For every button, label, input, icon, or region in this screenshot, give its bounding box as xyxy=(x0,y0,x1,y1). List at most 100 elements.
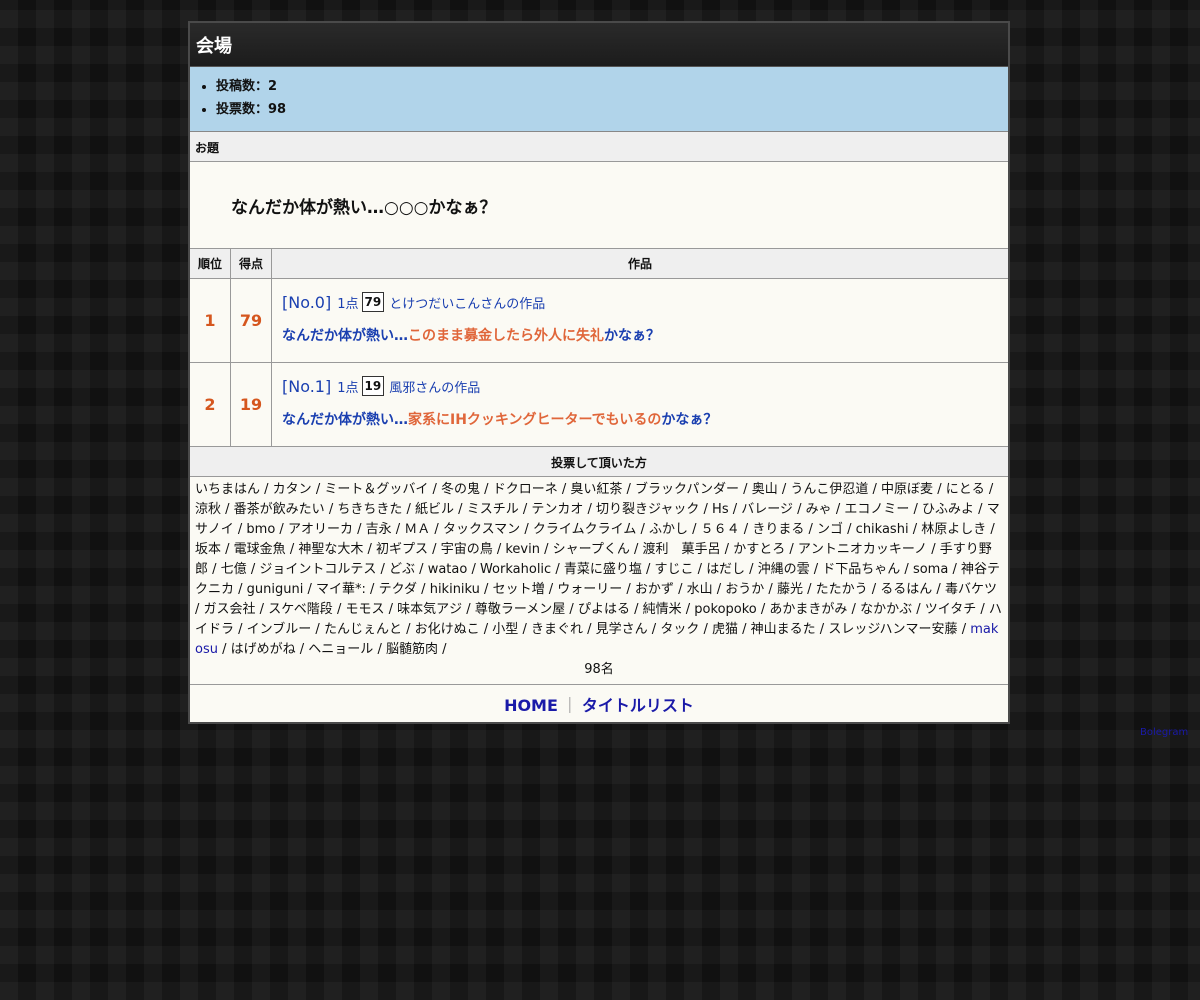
voter-name: たたかう xyxy=(815,582,868,597)
venue-title: 会場 xyxy=(190,23,1008,67)
voter-name: 青菜に盛り塩 xyxy=(563,562,642,577)
voter-name: はだし xyxy=(706,562,745,577)
voter-name: カタン xyxy=(272,482,312,497)
entry-answer: このまま募金したら外人に失礼 xyxy=(408,328,604,344)
voter-name: 脳髄筋肉 xyxy=(385,642,438,657)
voter-name: 紙ビル xyxy=(415,502,455,517)
voter-name: ド下品ちゃん xyxy=(822,562,901,577)
voter-name: アオリーカ xyxy=(287,522,353,537)
voter-name: ツイタチ xyxy=(924,602,977,617)
voter-name: 渡利 菓手呂 xyxy=(642,542,721,557)
voter-name: 林原よしき xyxy=(921,522,987,537)
voter-name: バレージ xyxy=(741,502,794,517)
col-work: 作品 xyxy=(271,249,1008,279)
voter-name: watao xyxy=(427,562,468,577)
voter-name: マイ華*: xyxy=(316,582,366,597)
voter-name: ドクローネ xyxy=(492,482,558,497)
entry-answer: 家系にIHクッキングヒーターでもいるの xyxy=(408,412,662,428)
voter-name: お化けぬこ xyxy=(414,622,480,637)
voter-name: きりまる xyxy=(752,522,805,537)
points-box: 19 xyxy=(361,376,385,396)
voter-name: 宇宙の鳥 xyxy=(440,542,493,557)
table-row: 2 19 [No.1] 1点 19 風邪さんの作品 なんだか体が熱い…家系にIH… xyxy=(190,362,1008,447)
voter-name: Workaholic xyxy=(479,562,552,577)
voter-name: Hs xyxy=(712,502,729,517)
col-rank: 順位 xyxy=(190,249,231,279)
work-cell: [No.1] 1点 19 風邪さんの作品 なんだか体が熱い…家系にIHクッキング… xyxy=(271,362,1008,447)
voter-name: bmo xyxy=(246,522,276,537)
entry-prefix: なんだか体が熱い… xyxy=(282,412,408,428)
voter-name: スレッジハンマー安藤 xyxy=(828,622,958,637)
voter-name: 電球金魚 xyxy=(233,542,286,557)
theme-header: お題 xyxy=(190,132,1008,162)
results-table: 順位 得点 作品 1 79 [No.0] 1点 79 とけつだいこんさんの作品 … xyxy=(190,249,1008,447)
title-list-link[interactable]: タイトルリスト xyxy=(582,696,694,715)
theme-text: なんだか体が熱い…○○○かなぁ？ xyxy=(190,162,1008,249)
work-cell: [No.0] 1点 79 とけつだいこんさんの作品 なんだか体が熱い…このまま募… xyxy=(271,278,1008,363)
voter-name: 小型 xyxy=(492,622,519,637)
voter-name: ウォーリー xyxy=(557,582,623,597)
voter-name: なかかぶ xyxy=(860,602,913,617)
voter-name: ジョイントコルテス xyxy=(259,562,377,577)
voter-name: 吉永 xyxy=(365,522,392,537)
voter-name: 七億 xyxy=(220,562,247,577)
score-cell: 19 xyxy=(230,362,272,447)
voter-name: おうか xyxy=(725,582,765,597)
voter-count: 98名 xyxy=(584,662,614,677)
entry-suffix: かなぁ？ xyxy=(604,328,660,344)
voter-name: タック xyxy=(660,622,700,637)
voter-name: テクダ xyxy=(378,582,418,597)
voter-name: ミスチル xyxy=(466,502,519,517)
voter-name: guniguni xyxy=(246,582,304,597)
points-label: 1点 xyxy=(337,296,359,312)
voter-name: 見学さん xyxy=(595,622,648,637)
voter-name: 中原ぼ麦 xyxy=(881,482,934,497)
voter-name: ふかし xyxy=(648,522,688,537)
entry-prefix: なんだか体が熱い… xyxy=(282,328,408,344)
voter-name: ブラックパンダー xyxy=(635,482,740,497)
voter-name: エコノミー xyxy=(844,502,910,517)
voter-name: 臭い紅茶 xyxy=(570,482,623,497)
venue-panel: 会場 投稿数：2 投票数：98 お題 なんだか体が熱い…○○○かなぁ？ 順位 得… xyxy=(188,21,1010,724)
voter-name: 坂本 xyxy=(195,542,222,557)
home-link[interactable]: HOME xyxy=(504,696,558,715)
voter-name: どぶ xyxy=(389,562,416,577)
voter-name: 藤光 xyxy=(776,582,803,597)
voter-name: おかず xyxy=(634,582,674,597)
voter-name: クライムクライム xyxy=(532,522,637,537)
entry-text: なんだか体が熱い…家系にIHクッキングヒーターでもいるのかなぁ？ xyxy=(282,409,998,429)
voter-name: pokopoko xyxy=(694,602,757,617)
entry-number: [No.1] xyxy=(282,376,332,396)
post-count: 投稿数：2 xyxy=(216,75,1008,98)
voter-name: 味本気アジ xyxy=(397,602,463,617)
entry-text: なんだか体が熱い…このまま募金したら外人に失礼かなぁ？ xyxy=(282,325,998,345)
entry-number: [No.0] xyxy=(282,292,332,312)
voter-name: みゃ xyxy=(805,502,832,517)
rank-cell: 1 xyxy=(190,278,231,363)
score-cell: 79 xyxy=(230,278,272,363)
entry-author: とけつだいこんさんの作品 xyxy=(389,296,546,312)
voter-name: 奥山 xyxy=(751,482,778,497)
voter-name: 切り裂きジャック xyxy=(596,502,700,517)
voter-name: インブルー xyxy=(246,622,312,637)
entry-suffix: かなぁ？ xyxy=(661,412,718,428)
voter-name: ミート＆グッバイ xyxy=(324,482,429,497)
voter-names: いちまはん / カタン / ミート＆グッバイ / 冬の鬼 / ドクローネ / 臭… xyxy=(195,482,1002,657)
voter-name: hikiniku xyxy=(429,582,480,597)
vote-count: 投票数：98 xyxy=(216,98,1008,121)
voter-name: 毒バケツ xyxy=(944,582,997,597)
voter-name: すじこ xyxy=(654,562,694,577)
voter-name: ＭＡ xyxy=(404,522,431,537)
voter-name: たんじぇんと xyxy=(323,622,402,637)
voter-name: テンカオ xyxy=(531,502,584,517)
footer-nav: HOME ｜タイトルリスト xyxy=(190,685,1008,722)
voter-name: はげめがね xyxy=(230,642,296,657)
voter-name: にとる xyxy=(945,482,985,497)
voter-name: 涼秋 xyxy=(195,502,222,517)
voter-name: モモス xyxy=(345,602,385,617)
voters-header: 投票して頂いた方 xyxy=(190,447,1008,477)
voter-name: kevin xyxy=(505,542,540,557)
credit-link[interactable]: Bolegram xyxy=(1140,727,1188,738)
points-label: 1点 xyxy=(337,380,359,396)
voter-name: タックスマン xyxy=(442,522,521,537)
